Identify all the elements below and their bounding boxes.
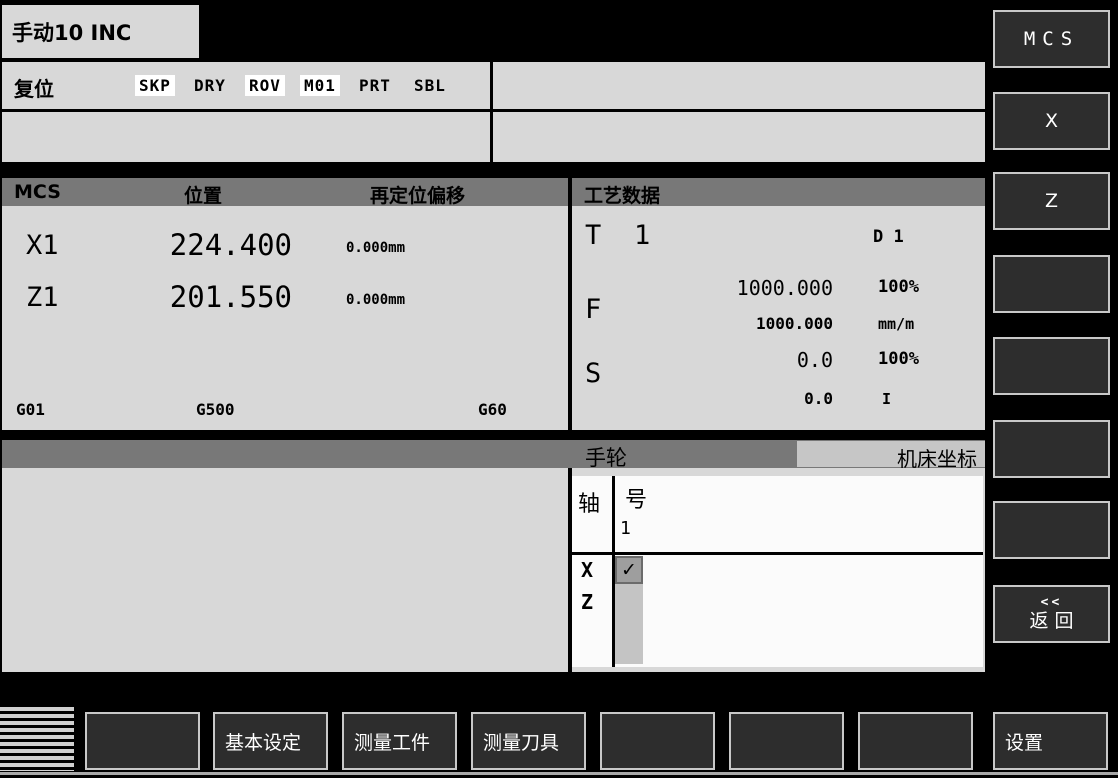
handwheel-axis-table: 轴 号 1 X Z ✓	[572, 476, 983, 667]
softkey-right-4[interactable]	[993, 255, 1110, 313]
softkey-basic-settings[interactable]: 基本设定	[213, 712, 328, 770]
axis-z1-position: 201.550	[169, 280, 292, 314]
axis-x1-position: 224.400	[169, 228, 292, 262]
flag-rov: ROV	[245, 75, 285, 96]
gcode-g60: G60	[478, 400, 507, 419]
softkey-x-label: X	[1044, 110, 1059, 132]
softkey-z-label: Z	[1044, 190, 1059, 212]
softkey-back-label: 返 回	[1029, 609, 1074, 632]
softkey-measure-workpiece-label: 测量工件	[354, 731, 431, 754]
machine-coord-button[interactable]: 机床坐标	[797, 441, 985, 471]
tool-number: 1	[634, 220, 651, 251]
lower-left-panel	[2, 468, 568, 672]
position-panel: MCS 位置 再定位偏移 X1 224.400 0.000mm Z1 201.5…	[2, 178, 568, 430]
axis-row-x: X	[581, 558, 594, 582]
tool-label: T	[585, 220, 602, 251]
program-state-label: 复位	[14, 77, 54, 101]
softkey-z[interactable]: Z	[993, 172, 1110, 230]
softkey-bottom-6[interactable]	[600, 712, 715, 770]
axis-column-header: 轴	[578, 492, 601, 517]
gcode-g01: G01	[16, 400, 45, 419]
status-bar-divider-horizontal	[2, 109, 985, 112]
number-column-header: 号	[625, 488, 648, 513]
axis-x1-offset: 0.000mm	[346, 240, 406, 256]
feed-actual: 1000.000	[736, 276, 833, 300]
flag-m01: M01	[300, 75, 340, 96]
softkey-mcs[interactable]: MCS	[993, 10, 1110, 68]
flag-prt: PRT	[359, 76, 391, 95]
status-bar-divider-vertical	[490, 62, 493, 162]
softkey-measure-tool[interactable]: 测量刀具	[471, 712, 586, 770]
softkey-right-6[interactable]	[993, 420, 1110, 478]
cnc-screen: 手动10 INC 复位 SKP DRY ROV M01 PRT SBL MCS …	[0, 0, 1118, 778]
spindle-unit: I	[882, 390, 892, 408]
softkey-right-5[interactable]	[993, 337, 1110, 395]
axis-z1-offset: 0.000mm	[346, 292, 406, 308]
axis-x1-name: X1	[26, 230, 59, 261]
feed-label: F	[585, 294, 602, 325]
softkey-bottom-7[interactable]	[729, 712, 844, 770]
spindle-setpoint: 0.0	[804, 389, 833, 408]
table-horizontal-line	[572, 552, 983, 555]
gcode-g500: G500	[196, 400, 235, 419]
selection-column-strip	[615, 583, 643, 664]
softkey-right-7[interactable]	[993, 501, 1110, 559]
program-control-flags: SKP DRY ROV M01 PRT SBL	[135, 75, 460, 96]
mode-tab: 手动10 INC	[2, 5, 202, 58]
process-data-panel: 工艺数据 T 1 D 1 F 1000.000 100% 1000.000 mm…	[572, 178, 985, 430]
menu-select-icon[interactable]	[0, 707, 74, 771]
axis-row-z: Z	[581, 590, 594, 614]
flag-sbl: SBL	[414, 76, 446, 95]
softkey-bottom-1[interactable]	[85, 712, 200, 770]
softkey-measure-workpiece[interactable]: 测量工件	[342, 712, 457, 770]
softkey-measure-tool-label: 测量刀具	[483, 731, 560, 754]
handwheel-header: 手轮 机床坐标	[2, 440, 985, 471]
softkey-mcs-label: MCS	[1023, 28, 1080, 50]
softkey-x[interactable]: X	[993, 92, 1110, 150]
axis-x-checkbox[interactable]: ✓	[615, 556, 643, 584]
status-bar: 复位 SKP DRY ROV M01 PRT SBL	[2, 62, 985, 162]
softkey-basic-settings-label: 基本设定	[225, 731, 302, 754]
flag-dry: DRY	[194, 76, 226, 95]
feed-override: 100%	[878, 277, 919, 297]
flag-skp: SKP	[135, 75, 175, 96]
bottom-edge-line	[0, 772, 1118, 775]
softkey-back[interactable]: << 返 回	[993, 585, 1110, 643]
feed-unit: mm/m	[878, 315, 915, 333]
process-data-header: 工艺数据	[572, 178, 985, 206]
coord-system-label: MCS	[14, 181, 61, 203]
handwheel-panel: 轴 号 1 X Z ✓	[572, 468, 985, 672]
process-data-title: 工艺数据	[584, 185, 661, 206]
handwheel-number: 1	[620, 518, 631, 539]
softkey-bottom-8[interactable]	[858, 712, 973, 770]
feed-setpoint: 1000.000	[755, 314, 833, 333]
spindle-label: S	[585, 358, 602, 389]
mode-tab-label: 手动10 INC	[12, 21, 132, 45]
axis-z1-name: Z1	[26, 282, 59, 313]
tool-edge: D 1	[873, 227, 904, 247]
softkey-settings[interactable]: 设置	[993, 712, 1108, 770]
position-column-label: 位置	[184, 185, 223, 206]
position-panel-header: MCS 位置 再定位偏移	[2, 178, 568, 206]
back-arrows-icon: <<	[1040, 595, 1063, 611]
softkey-settings-label: 设置	[1005, 731, 1044, 754]
reposition-column-label: 再定位偏移	[370, 185, 466, 206]
spindle-override: 100%	[878, 349, 919, 369]
spindle-actual: 0.0	[796, 348, 833, 372]
